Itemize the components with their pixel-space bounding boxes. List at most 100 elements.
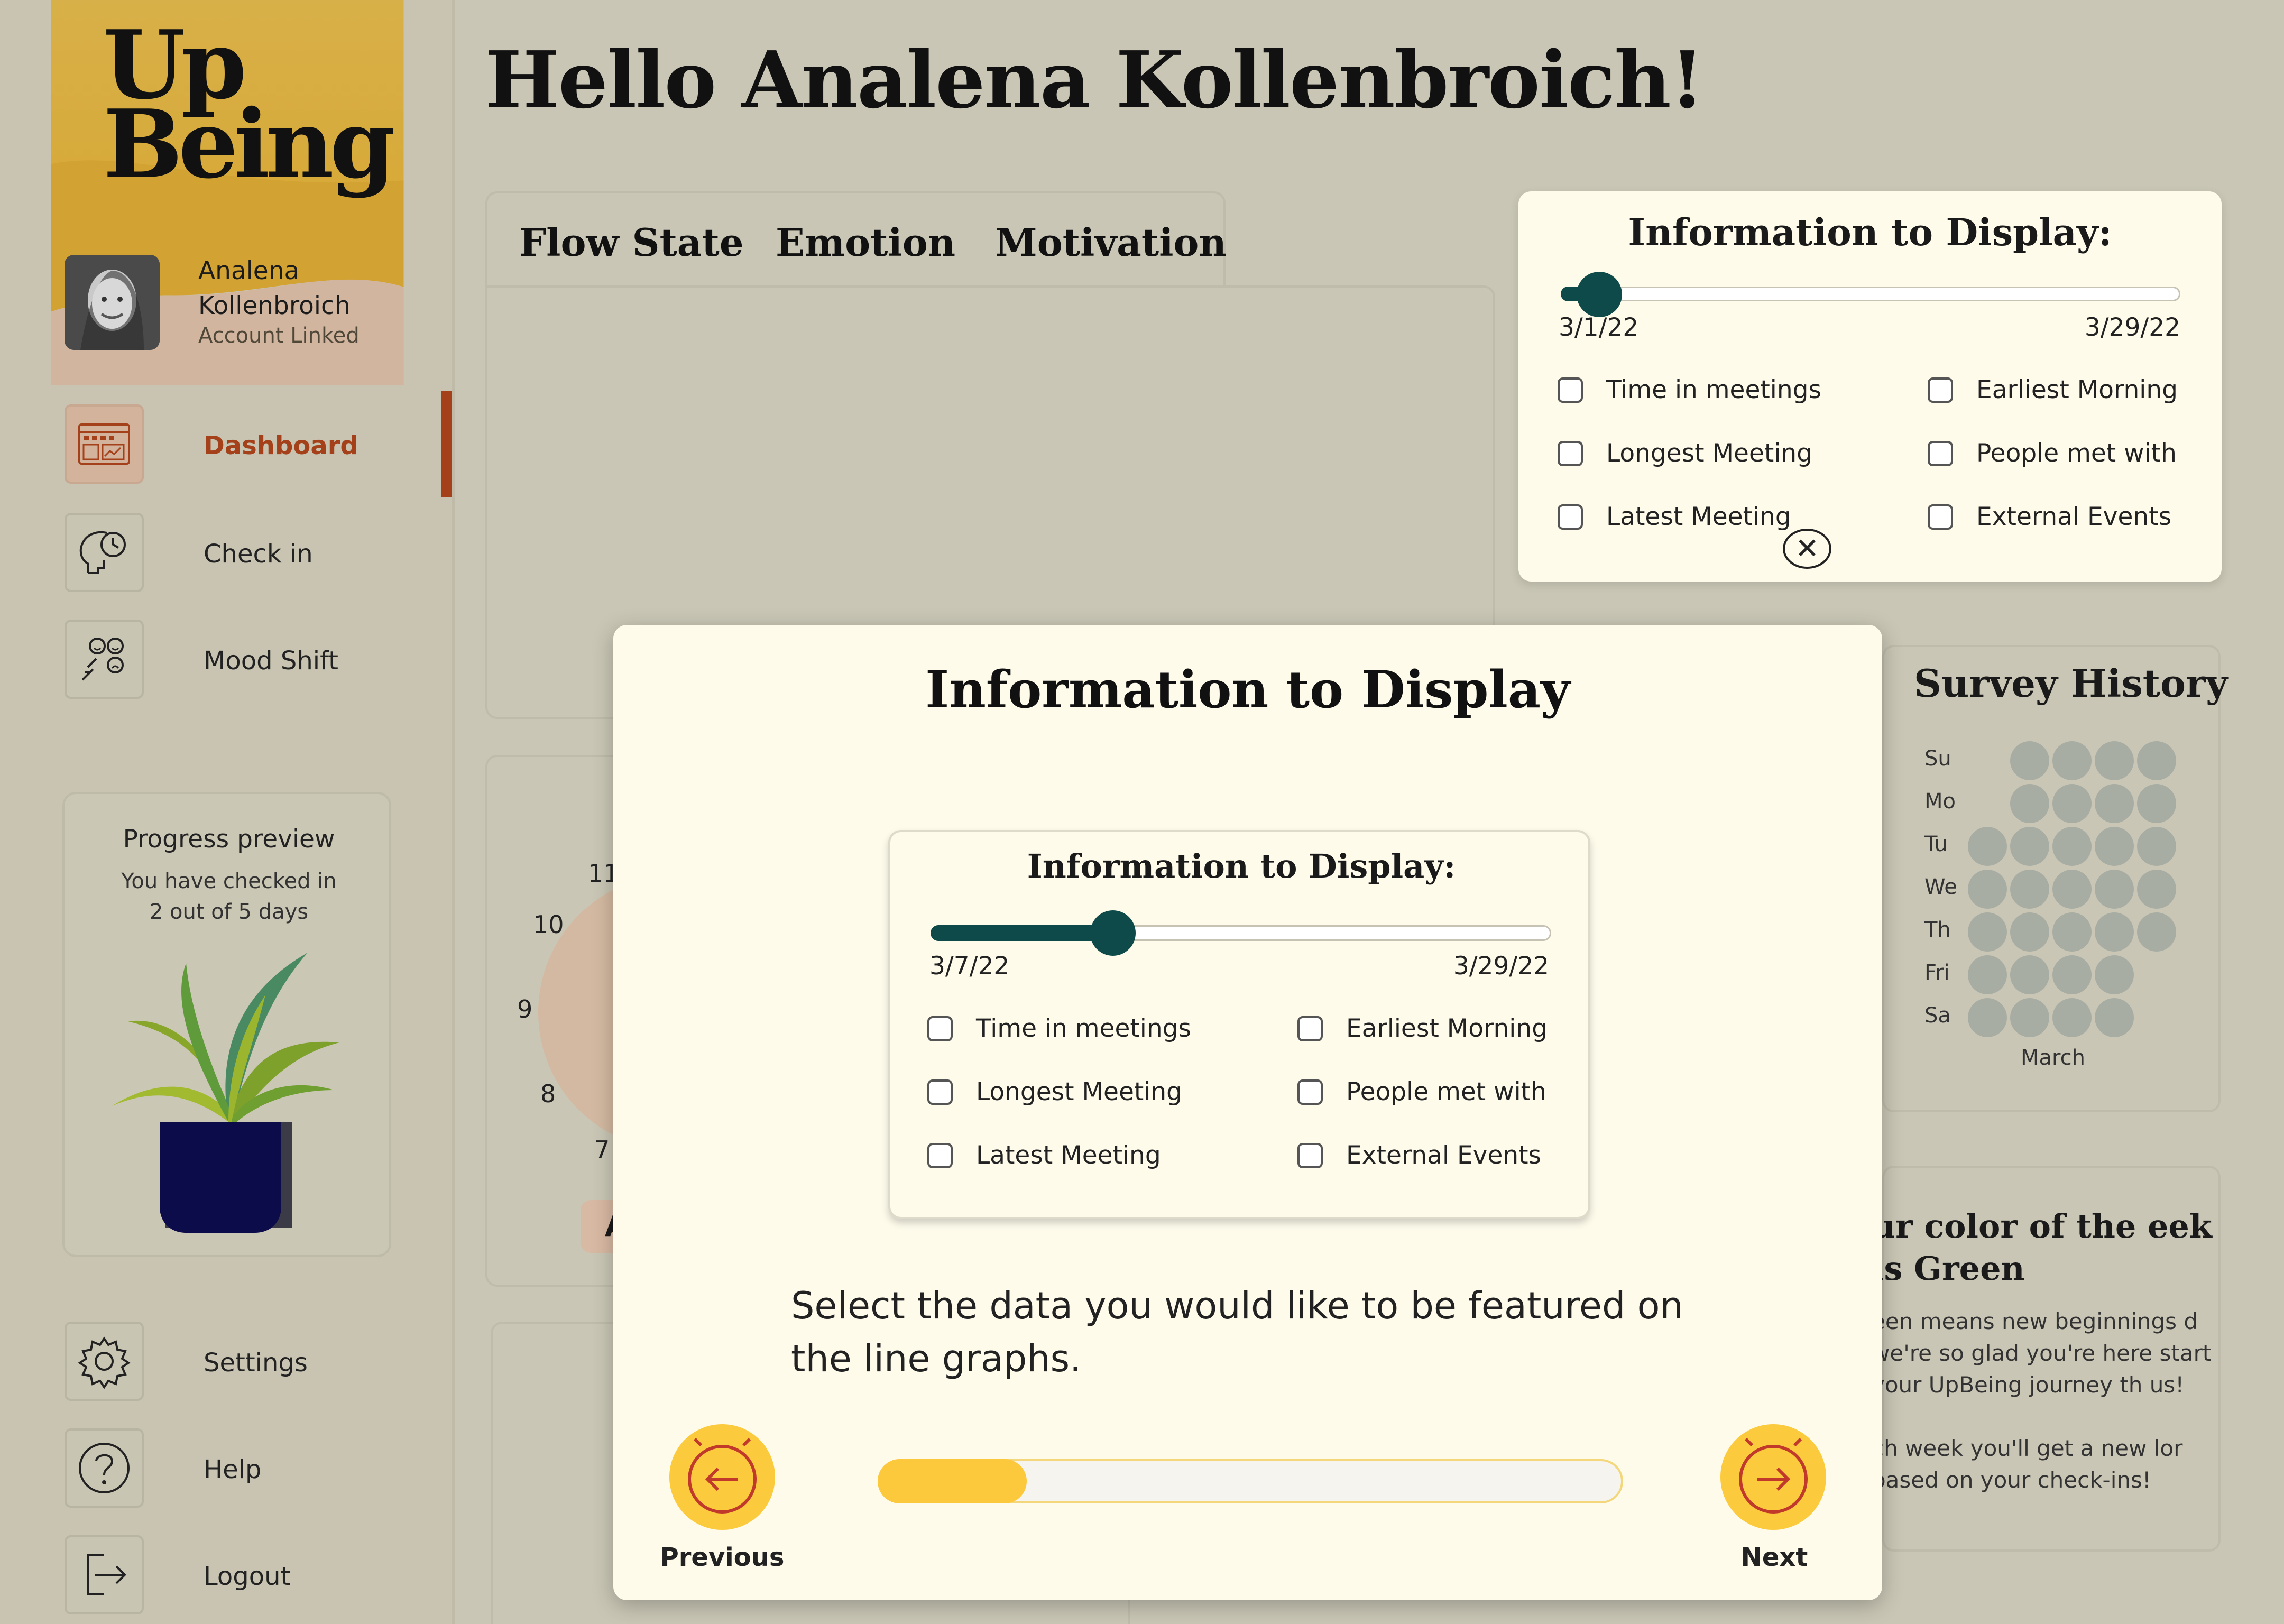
survey-day-dot[interactable]: [2052, 870, 2092, 909]
sidebar-item-logout[interactable]: Logout: [0, 1525, 452, 1624]
survey-day-dot[interactable]: [1968, 998, 2007, 1037]
survey-day-dot[interactable]: [2010, 912, 2049, 952]
checkbox[interactable]: [1297, 1079, 1323, 1105]
checkbox[interactable]: [1558, 504, 1583, 530]
option-external-events[interactable]: External Events: [1928, 502, 2171, 531]
survey-day-dot[interactable]: [2095, 827, 2134, 866]
previous-button[interactable]: [669, 1424, 775, 1530]
option-external-events[interactable]: External Events: [1297, 1141, 1541, 1170]
option-latest-meeting[interactable]: Latest Meeting: [1558, 502, 1791, 531]
weekday-label: Su: [1924, 746, 1951, 771]
avatar[interactable]: [65, 255, 160, 350]
survey-day-dot[interactable]: [2052, 998, 2092, 1037]
checkbox[interactable]: [1928, 377, 1953, 403]
gear-icon: [65, 1322, 144, 1401]
checkbox[interactable]: [927, 1142, 953, 1168]
sidebar-item-help[interactable]: Help: [0, 1418, 452, 1524]
sidebar-item-check-in[interactable]: Check in: [0, 502, 452, 608]
sidebar-item-label: Mood Shift: [204, 646, 338, 676]
survey-day-dot[interactable]: [2010, 827, 2049, 866]
survey-day-dot[interactable]: [2010, 870, 2049, 909]
survey-day-dot[interactable]: [2095, 741, 2134, 780]
sidebar-item-mood-shift[interactable]: Mood Shift: [0, 609, 452, 715]
weekly-color-paragraph: ch week you'll get a new lor based on yo…: [1872, 1435, 2183, 1493]
survey-day-dot[interactable]: [2095, 870, 2134, 909]
tab-motivation[interactable]: Motivation: [995, 220, 1227, 265]
sidebar-item-settings[interactable]: Settings: [0, 1311, 452, 1417]
next-label[interactable]: Next: [1706, 1543, 1843, 1572]
survey-month-label: March: [2021, 1046, 2085, 1070]
page-title: Hello Analena Kollenbroich!: [485, 34, 1705, 126]
checkbox[interactable]: [1928, 440, 1953, 466]
survey-day-dot[interactable]: [2052, 784, 2092, 823]
checkbox[interactable]: [927, 1016, 953, 1041]
survey-day-dot[interactable]: [2095, 955, 2134, 994]
tab-emotion[interactable]: Emotion: [776, 220, 955, 265]
survey-day-dot[interactable]: [2095, 784, 2134, 823]
option-label: Latest Meeting: [1606, 502, 1791, 531]
date-range-slider-handle[interactable]: [1090, 910, 1136, 956]
next-button[interactable]: [1720, 1424, 1826, 1530]
survey-day-dot[interactable]: [2052, 827, 2092, 866]
survey-day-dot[interactable]: [2010, 741, 2049, 780]
checkbox[interactable]: [1558, 377, 1583, 403]
option-label: Earliest Morning: [1976, 375, 2178, 404]
option-longest-meeting[interactable]: Longest Meeting: [1558, 439, 1812, 468]
info-card-title: Information to Display:: [1628, 210, 2112, 254]
slider-end-date: 3/29/22: [2084, 313, 2180, 342]
option-label: Longest Meeting: [1606, 439, 1812, 468]
survey-history-title: Survey History: [1914, 661, 2228, 706]
survey-day-dot[interactable]: [2137, 827, 2176, 866]
checkbox[interactable]: [927, 1079, 953, 1105]
option-time-in-meetings[interactable]: Time in meetings: [927, 1014, 1191, 1043]
survey-day-dot[interactable]: [1968, 955, 2007, 994]
help-icon: [65, 1428, 144, 1508]
checkbox[interactable]: [1928, 504, 1953, 530]
survey-day-dot[interactable]: [1968, 870, 2007, 909]
option-people-met-with[interactable]: People met with: [1928, 439, 2177, 468]
checkbox[interactable]: [1297, 1016, 1323, 1041]
logo-text-being: Being: [103, 89, 395, 199]
survey-day-dot[interactable]: [2095, 998, 2134, 1037]
date-range-slider-fill: [931, 925, 1110, 941]
date-range-slider-track[interactable]: [1561, 287, 2180, 301]
survey-day-dot[interactable]: [1968, 912, 2007, 952]
survey-day-dot[interactable]: [2137, 741, 2176, 780]
survey-day-dot[interactable]: [2095, 912, 2134, 952]
survey-day-dot[interactable]: [2010, 784, 2049, 823]
option-time-in-meetings[interactable]: Time in meetings: [1558, 375, 1821, 404]
upbeing-logo[interactable]: Up Being: [103, 18, 395, 199]
slider-end-date: 3/29/22: [1453, 952, 1549, 981]
survey-day-dot[interactable]: [2052, 955, 2092, 994]
survey-day-dot[interactable]: [1968, 827, 2007, 866]
weekly-color-title: ur color of the eek is Green: [1872, 1207, 2212, 1288]
weekday-label: Fri: [1924, 961, 1950, 985]
sidebar-item-label: Check in: [204, 539, 313, 569]
date-range-slider-handle[interactable]: [1577, 272, 1622, 317]
option-earliest-morning[interactable]: Earliest Morning: [1928, 375, 2178, 404]
survey-day-dot[interactable]: [2052, 741, 2092, 780]
avatar-photo: [65, 255, 160, 350]
option-longest-meeting[interactable]: Longest Meeting: [927, 1077, 1182, 1106]
option-earliest-morning[interactable]: Earliest Morning: [1297, 1014, 1548, 1043]
option-label: Time in meetings: [1606, 375, 1821, 404]
option-latest-meeting[interactable]: Latest Meeting: [927, 1141, 1161, 1170]
option-people-met-with[interactable]: People met with: [1297, 1077, 1546, 1106]
previous-label[interactable]: Previous: [653, 1543, 791, 1572]
weekday-label: We: [1924, 875, 1957, 899]
sidebar-item-dashboard[interactable]: Dashboard: [0, 394, 452, 500]
survey-day-dot[interactable]: [2010, 955, 2049, 994]
close-icon[interactable]: ✕: [1783, 529, 1831, 569]
option-label: External Events: [1346, 1141, 1542, 1170]
modal-title: Information to Display: [925, 660, 1570, 719]
survey-day-dot[interactable]: [2137, 870, 2176, 909]
survey-day-dot[interactable]: [2137, 784, 2176, 823]
survey-day-dot[interactable]: [2137, 912, 2176, 952]
survey-day-dot[interactable]: [2010, 998, 2049, 1037]
tab-flow-state[interactable]: Flow State: [519, 220, 744, 265]
checkbox[interactable]: [1558, 440, 1583, 466]
survey-day-dot[interactable]: [2052, 912, 2092, 952]
checkbox[interactable]: [1297, 1142, 1323, 1168]
option-label: Latest Meeting: [976, 1141, 1161, 1170]
option-label: External Events: [1976, 502, 2172, 531]
